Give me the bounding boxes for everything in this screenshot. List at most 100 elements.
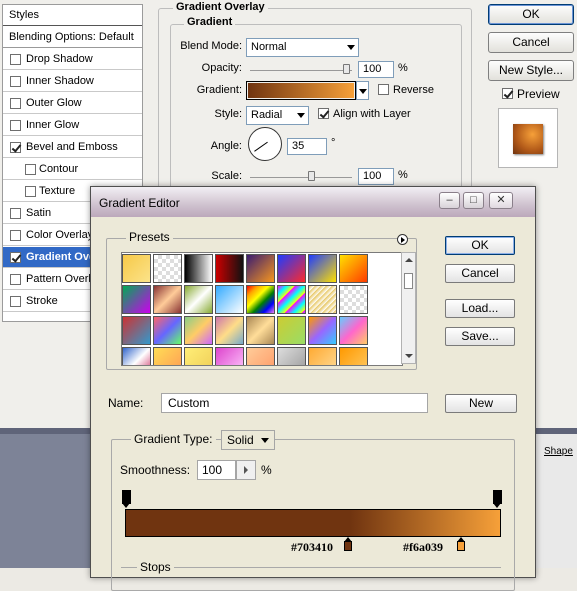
style-item-inner-glow[interactable]: Inner Glow [3, 115, 142, 136]
cancel-button[interactable]: Cancel [488, 32, 574, 53]
style-checkbox[interactable] [10, 120, 21, 131]
opacity-input[interactable]: 100 [358, 61, 394, 78]
preset-swatch[interactable] [184, 347, 213, 365]
preset-swatch[interactable] [215, 347, 244, 365]
style-checkbox[interactable] [10, 296, 21, 307]
editor-save-button[interactable]: Save... [445, 327, 515, 346]
preset-swatch[interactable] [308, 316, 337, 345]
scale-slider-thumb[interactable] [308, 171, 315, 181]
preset-swatch[interactable] [184, 316, 213, 345]
scroll-thumb[interactable] [404, 273, 413, 289]
preset-swatch[interactable] [308, 254, 337, 283]
preset-swatch[interactable] [339, 254, 368, 283]
minimize-icon[interactable]: – [439, 192, 460, 209]
editor-ok-button[interactable]: OK [445, 236, 515, 255]
preset-swatch[interactable] [215, 285, 244, 314]
close-icon[interactable]: ✕ [489, 192, 513, 209]
gradient-type-select[interactable]: Solid [221, 430, 275, 450]
preset-swatch[interactable] [153, 316, 182, 345]
style-item-contour[interactable]: Contour [3, 159, 142, 180]
editor-load-button[interactable]: Load... [445, 299, 515, 318]
preset-swatch[interactable] [153, 285, 182, 314]
preset-swatch[interactable] [246, 285, 275, 314]
style-item-bevel-and-emboss[interactable]: Bevel and Emboss [3, 137, 142, 158]
presets-scrollbar[interactable] [401, 252, 416, 364]
angle-dial[interactable] [248, 127, 282, 161]
preset-swatch[interactable] [246, 254, 275, 283]
preview-checkbox[interactable] [502, 88, 513, 99]
scroll-down-icon[interactable] [405, 354, 413, 358]
scale-input[interactable]: 100 [358, 168, 394, 185]
preset-swatch[interactable] [277, 347, 306, 365]
style-item-label: Stroke [26, 295, 58, 307]
preset-swatch[interactable] [184, 285, 213, 314]
preset-swatch[interactable] [339, 347, 368, 365]
style-checkbox[interactable] [10, 274, 21, 285]
angle-input[interactable]: 35 [287, 138, 327, 155]
style-select[interactable]: Radial [246, 106, 309, 125]
gradient-picker[interactable] [246, 81, 356, 100]
style-checkbox[interactable] [10, 252, 21, 263]
styles-header[interactable]: Styles [3, 5, 142, 26]
preset-swatch[interactable] [246, 347, 275, 365]
preset-swatch[interactable] [339, 316, 368, 345]
preset-swatch[interactable] [122, 347, 151, 365]
smoothness-input[interactable]: 100 [197, 460, 236, 480]
reverse-checkbox[interactable] [378, 84, 389, 95]
chevron-down-icon [261, 438, 269, 443]
blend-mode-select[interactable]: Normal [246, 38, 359, 57]
preset-swatch[interactable] [122, 316, 151, 345]
preset-swatch[interactable] [153, 347, 182, 365]
opacity-label: Opacity: [201, 62, 242, 74]
style-item-inner-shadow[interactable]: Inner Shadow [3, 71, 142, 92]
style-checkbox[interactable] [10, 54, 21, 65]
opacity-slider[interactable] [250, 70, 352, 71]
presets-menu-icon[interactable] [397, 234, 408, 245]
style-item-drop-shadow[interactable]: Drop Shadow [3, 49, 142, 70]
style-checkbox[interactable] [10, 208, 21, 219]
style-checkbox[interactable] [25, 164, 36, 175]
editor-cancel-button[interactable]: Cancel [445, 264, 515, 283]
gradient-editor-title: Gradient Editor [99, 196, 180, 210]
opacity-stop-left[interactable] [122, 490, 131, 508]
gradient-bar[interactable] [125, 509, 501, 537]
preset-swatch[interactable] [122, 254, 151, 283]
preset-swatch[interactable] [153, 254, 182, 283]
preset-swatch[interactable] [277, 285, 306, 314]
color-stop-2[interactable] [457, 537, 465, 551]
preset-swatch[interactable] [184, 254, 213, 283]
align-with-layer-checkbox[interactable] [318, 108, 329, 119]
scroll-up-icon[interactable] [405, 258, 413, 262]
preset-swatch[interactable] [122, 285, 151, 314]
preset-swatch[interactable] [339, 285, 368, 314]
gradient-dropdown[interactable] [356, 81, 369, 100]
new-gradient-button[interactable]: New [445, 394, 517, 413]
opacity-stop-right[interactable] [493, 490, 502, 508]
preset-swatch[interactable] [215, 254, 244, 283]
style-checkbox[interactable] [10, 230, 21, 241]
maximize-icon[interactable]: □ [463, 192, 484, 209]
style-checkbox[interactable] [10, 98, 21, 109]
new-style-button[interactable]: New Style... [488, 60, 574, 81]
smoothness-stepper[interactable] [236, 460, 256, 480]
shape-label[interactable]: Shape [544, 446, 573, 457]
ok-button[interactable]: OK [488, 4, 574, 25]
preview-label: Preview [517, 87, 560, 101]
preset-swatch[interactable] [308, 347, 337, 365]
preset-swatch[interactable] [277, 316, 306, 345]
preset-swatch[interactable] [277, 254, 306, 283]
scale-slider[interactable] [250, 177, 352, 178]
style-item-outer-glow[interactable]: Outer Glow [3, 93, 142, 114]
color-stop-1[interactable] [344, 537, 352, 551]
gradient-type-value: Solid [227, 433, 254, 447]
preset-swatch[interactable] [215, 316, 244, 345]
style-checkbox[interactable] [10, 142, 21, 153]
name-input[interactable]: Custom [161, 393, 428, 413]
preset-swatch[interactable] [308, 285, 337, 314]
style-checkbox[interactable] [25, 186, 36, 197]
blending-options-item[interactable]: Blending Options: Default [3, 27, 142, 48]
style-checkbox[interactable] [10, 76, 21, 87]
opacity-slider-thumb[interactable] [343, 64, 350, 74]
preset-swatch[interactable] [246, 316, 275, 345]
gradient-editor-titlebar[interactable]: Gradient Editor – □ ✕ [91, 187, 535, 217]
